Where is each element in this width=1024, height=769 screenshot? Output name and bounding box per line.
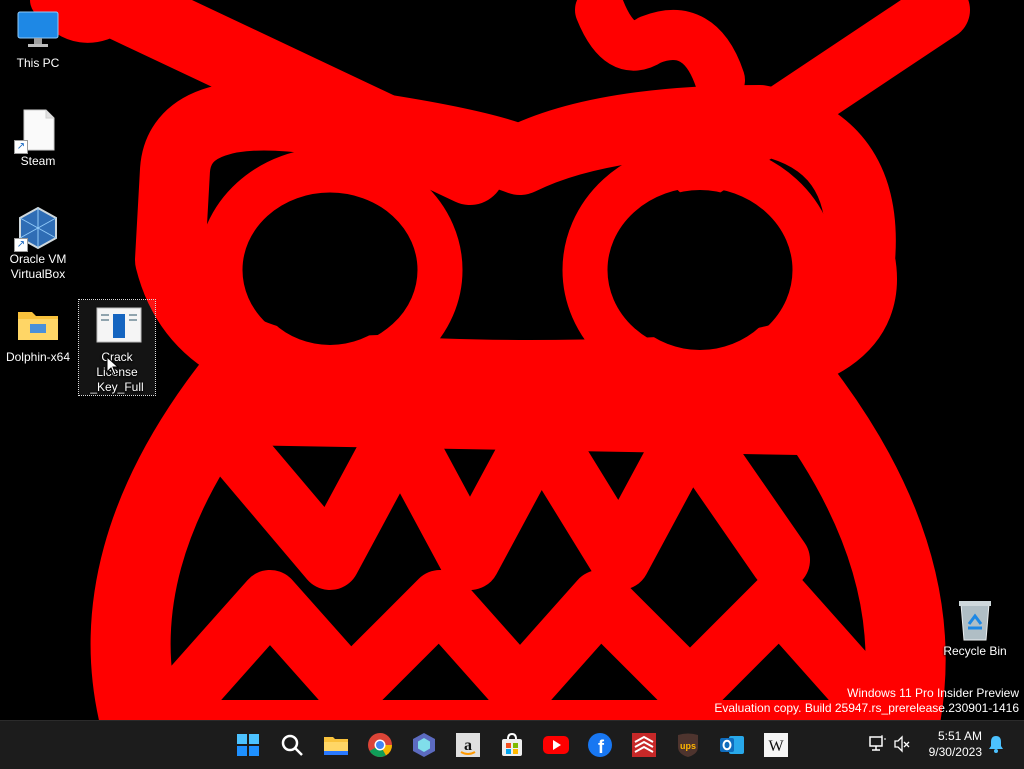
chrome-icon[interactable] [364, 729, 396, 761]
outlook-icon[interactable] [716, 729, 748, 761]
watermark-line2: Evaluation copy. Build 25947.rs_prerelea… [714, 701, 1019, 715]
start-icon[interactable] [232, 729, 264, 761]
desktop-icon-this-pc[interactable]: This PC [0, 4, 76, 71]
file-explorer-icon[interactable] [320, 729, 352, 761]
desktop-icon-label: Recycle Bin [943, 644, 1007, 658]
desktop-icon-steam[interactable]: ↗ Steam [0, 102, 76, 169]
svg-text:W: W [768, 738, 784, 755]
folder-icon [16, 304, 60, 348]
volume-muted-icon[interactable] [893, 735, 911, 758]
blank-file-shortcut-icon: ↗ [14, 108, 60, 154]
windows-watermark: Windows 11 Pro Insider Preview Evaluatio… [714, 686, 1019, 716]
desktop-icon-label: Dolphin-x64 [5, 350, 71, 364]
amazon-icon[interactable]: a [452, 729, 484, 761]
desktop-icon-virtualbox[interactable]: ↗ Oracle VM VirtualBox [0, 200, 76, 282]
recycle-bin-icon [953, 598, 997, 642]
svg-text:f: f [598, 737, 605, 757]
facebook-icon[interactable]: f [584, 729, 616, 761]
svg-text:ups: ups [680, 741, 696, 751]
clock-date: 9/30/2023 [928, 745, 982, 759]
clock-time: 5:51 AM [937, 729, 982, 743]
notification-bell-icon[interactable] [988, 735, 1004, 758]
desktop-icon-dolphin[interactable]: Dolphin-x64 [0, 298, 76, 365]
desktop-icon-label: Steam [20, 154, 56, 168]
shortcut-arrow-icon: ↗ [14, 238, 28, 252]
youtube-icon[interactable] [540, 729, 572, 761]
shortcut-arrow-icon: ↗ [14, 140, 28, 154]
desktop-icon-label: This PC [16, 56, 60, 70]
desktop-icon-crack-license[interactable]: Crack License _Key_Full [78, 299, 156, 396]
ups-icon[interactable]: ups [672, 729, 704, 761]
bank-of-america-icon[interactable] [628, 729, 660, 761]
copilot-icon[interactable] [408, 729, 440, 761]
wikipedia-icon[interactable]: W [760, 729, 792, 761]
watermark-line1: Windows 11 Pro Insider Preview [847, 686, 1019, 700]
svg-text:a: a [464, 737, 472, 754]
desktop-icon-recycle-bin[interactable]: Recycle Bin [937, 592, 1013, 659]
taskbar-clock[interactable]: 5:51 AM 9/30/2023 [929, 728, 982, 760]
mouse-cursor-icon [106, 356, 120, 376]
computer-icon [16, 10, 60, 54]
desktop-icon-label: Oracle VM VirtualBox [9, 252, 67, 281]
network-icon[interactable] [868, 735, 886, 758]
search-icon[interactable] [276, 729, 308, 761]
taskbar: a f ups W 5:51 AM 9/30/2023 [0, 720, 1024, 769]
virtualbox-icon: ↗ [14, 206, 60, 252]
store-icon[interactable] [496, 729, 528, 761]
document-icon [95, 304, 142, 348]
